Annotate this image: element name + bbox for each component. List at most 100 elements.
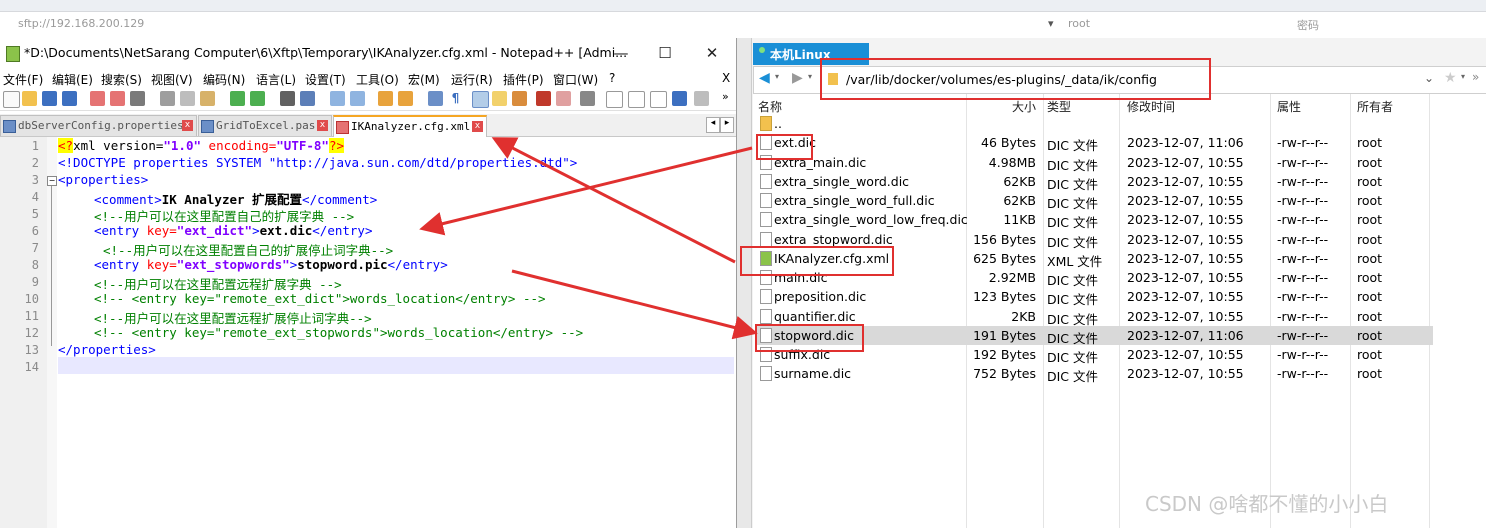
word-wrap-icon[interactable] bbox=[428, 91, 443, 106]
file-modified: 2023-12-07, 11:06 bbox=[1127, 327, 1244, 343]
file-row[interactable]: preposition.dic 123 Bytes DIC 文件 2023-12-07… bbox=[757, 287, 1433, 307]
column-owner[interactable]: 所有者 bbox=[1357, 98, 1393, 115]
monitor-icon[interactable] bbox=[580, 91, 595, 106]
sync-scroll-v-icon[interactable] bbox=[378, 91, 393, 106]
tab-scroll-left-icon[interactable]: ◂ bbox=[706, 117, 720, 133]
record-macro-icon[interactable] bbox=[606, 91, 623, 108]
play-macro-icon[interactable] bbox=[650, 91, 667, 108]
function-list-icon[interactable] bbox=[536, 91, 551, 106]
file-icon bbox=[760, 212, 772, 228]
copy-icon[interactable] bbox=[180, 91, 195, 106]
entry-open-tag: <entry bbox=[94, 223, 147, 238]
pane-splitter[interactable] bbox=[737, 38, 752, 528]
menu-search[interactable]: 搜索(S) bbox=[101, 71, 142, 88]
file-row[interactable]: extra_single_word.dic 62KB DIC 文件 2023-12-0… bbox=[757, 172, 1433, 192]
user-field[interactable]: root bbox=[1068, 17, 1090, 30]
paste-icon[interactable] bbox=[200, 91, 215, 106]
indent-guide-icon[interactable] bbox=[472, 91, 489, 108]
file-modified: 2023-12-07, 10:55 bbox=[1127, 308, 1244, 324]
open-file-icon[interactable] bbox=[22, 91, 37, 106]
sync-scroll-h-icon[interactable] bbox=[398, 91, 413, 106]
column-name[interactable]: 名称 bbox=[758, 98, 782, 115]
toolbar-overflow-icon[interactable]: » bbox=[1472, 70, 1479, 84]
session-address[interactable]: sftp://192.168.200.129 bbox=[18, 17, 144, 30]
code-editor[interactable]: 1 2 3 4 5 6 7 8 9 10 11 12 13 14 − <?xml… bbox=[0, 137, 736, 528]
menu-edit[interactable]: 编辑(E) bbox=[52, 71, 93, 88]
column-modified[interactable]: 修改时间 bbox=[1127, 98, 1175, 115]
tab-close-icon[interactable]: x bbox=[182, 120, 193, 131]
path-dropdown-icon[interactable]: ⌄ bbox=[1424, 71, 1434, 85]
doc-map-icon[interactable] bbox=[512, 91, 527, 106]
replace-icon[interactable] bbox=[300, 91, 315, 106]
line-number: 7 bbox=[31, 241, 39, 255]
dropdown-arrow-icon[interactable]: ▾ bbox=[1048, 17, 1054, 30]
udl-icon[interactable] bbox=[492, 91, 507, 106]
folder-workspace-icon[interactable] bbox=[556, 91, 571, 106]
tab-close-icon[interactable]: x bbox=[472, 121, 483, 132]
file-row[interactable]: quantifier.dic 2KB DIC 文件 2023-12-07, 10:55… bbox=[757, 307, 1433, 327]
file-row[interactable]: extra_single_word_low_freq.dic 11KB DIC 文件… bbox=[757, 210, 1433, 230]
file-permissions: -rw-r--r-- bbox=[1277, 289, 1329, 305]
file-size: 4.98MB bbox=[988, 154, 1036, 170]
menu-help[interactable]: ? bbox=[609, 71, 615, 85]
tab-close-icon[interactable]: x bbox=[317, 120, 328, 131]
tab-gridtoexcel[interactable]: GridToExcel.pas x bbox=[198, 115, 332, 136]
file-modified: 2023-12-07, 10:55 bbox=[1127, 212, 1244, 228]
tab-dbserverconfig[interactable]: dbServerConfig.properties x bbox=[0, 115, 197, 136]
menu-close-doc[interactable]: X bbox=[722, 71, 730, 85]
column-type[interactable]: 类型 bbox=[1047, 98, 1071, 115]
undo-icon[interactable] bbox=[230, 91, 245, 106]
find-icon[interactable] bbox=[280, 91, 295, 106]
toolbar-overflow-icon[interactable]: » bbox=[722, 90, 729, 103]
menu-language[interactable]: 语言(L) bbox=[256, 71, 296, 88]
fold-collapse-icon[interactable]: − bbox=[47, 176, 57, 186]
file-modified: 2023-12-07, 10:55 bbox=[1127, 289, 1244, 305]
menu-file[interactable]: 文件(F) bbox=[3, 71, 43, 88]
new-file-icon[interactable] bbox=[3, 91, 20, 108]
menu-run[interactable]: 运行(R) bbox=[451, 71, 493, 88]
save-all-icon[interactable] bbox=[62, 91, 77, 106]
forward-dropdown-icon[interactable]: ▾ bbox=[808, 72, 812, 81]
file-row[interactable]: .. bbox=[757, 114, 1433, 133]
cut-icon[interactable] bbox=[160, 91, 175, 106]
menu-window[interactable]: 窗口(W) bbox=[553, 71, 598, 88]
npp-window-title: *D:\Documents\NetSarang Computer\6\Xftp\… bbox=[24, 45, 628, 60]
menu-settings[interactable]: 设置(T) bbox=[305, 71, 346, 88]
bookmark-dropdown-icon[interactable]: ▾ bbox=[1461, 72, 1465, 81]
close-all-icon[interactable] bbox=[110, 91, 125, 106]
password-field[interactable]: 密码 bbox=[1297, 17, 1319, 33]
run-multiple-macro-icon[interactable] bbox=[672, 91, 687, 106]
file-type: DIC 文件 bbox=[1047, 196, 1099, 211]
close-button[interactable]: ✕ bbox=[697, 42, 727, 64]
back-icon[interactable]: ◀ bbox=[759, 70, 770, 86]
zoom-in-icon[interactable] bbox=[330, 91, 345, 106]
save-icon[interactable] bbox=[42, 91, 57, 106]
redo-icon[interactable] bbox=[250, 91, 265, 106]
file-row[interactable]: ext.dic 46 Bytes DIC 文件 2023-12-07, 11:06 -r… bbox=[757, 133, 1433, 153]
back-dropdown-icon[interactable]: ▾ bbox=[775, 72, 779, 81]
save-macro-icon[interactable] bbox=[694, 91, 709, 106]
bookmark-star-icon[interactable]: ★ bbox=[1444, 70, 1457, 86]
menu-tools[interactable]: 工具(O) bbox=[356, 71, 399, 88]
file-row[interactable]: extra_single_word_full.dic 62KB DIC 文件 2023… bbox=[757, 191, 1433, 211]
file-row[interactable]: surname.dic 752 Bytes DIC 文件 2023-12-07, 10… bbox=[757, 364, 1433, 384]
file-row[interactable]: extra_main.dic 4.98MB DIC 文件 2023-12-07, 10… bbox=[757, 153, 1433, 173]
menu-encoding[interactable]: 编码(N) bbox=[203, 71, 245, 88]
column-size[interactable]: 大小 bbox=[1012, 98, 1036, 115]
show-all-chars-icon[interactable]: ¶ bbox=[448, 91, 463, 106]
minimize-button[interactable]: — bbox=[606, 42, 636, 64]
stop-macro-icon[interactable] bbox=[628, 91, 645, 108]
tab-scroll-right-icon[interactable]: ▸ bbox=[720, 117, 734, 133]
file-size: 2.92MB bbox=[988, 270, 1036, 285]
menu-view[interactable]: 视图(V) bbox=[151, 71, 193, 88]
close-file-icon[interactable] bbox=[90, 91, 105, 106]
menu-macro[interactable]: 宏(M) bbox=[408, 71, 440, 88]
forward-icon[interactable]: ▶ bbox=[792, 70, 803, 86]
tab-ikanalyzer[interactable]: IKAnalyzer.cfg.xml x bbox=[333, 115, 487, 137]
maximize-button[interactable]: ☐ bbox=[650, 42, 680, 64]
print-icon[interactable] bbox=[130, 91, 145, 106]
session-address-bar[interactable]: sftp://192.168.200.129 ▾ root 密码 bbox=[0, 12, 1486, 39]
column-attributes[interactable]: 属性 bbox=[1277, 98, 1301, 115]
zoom-out-icon[interactable] bbox=[350, 91, 365, 106]
menu-plugins[interactable]: 插件(P) bbox=[503, 71, 544, 88]
